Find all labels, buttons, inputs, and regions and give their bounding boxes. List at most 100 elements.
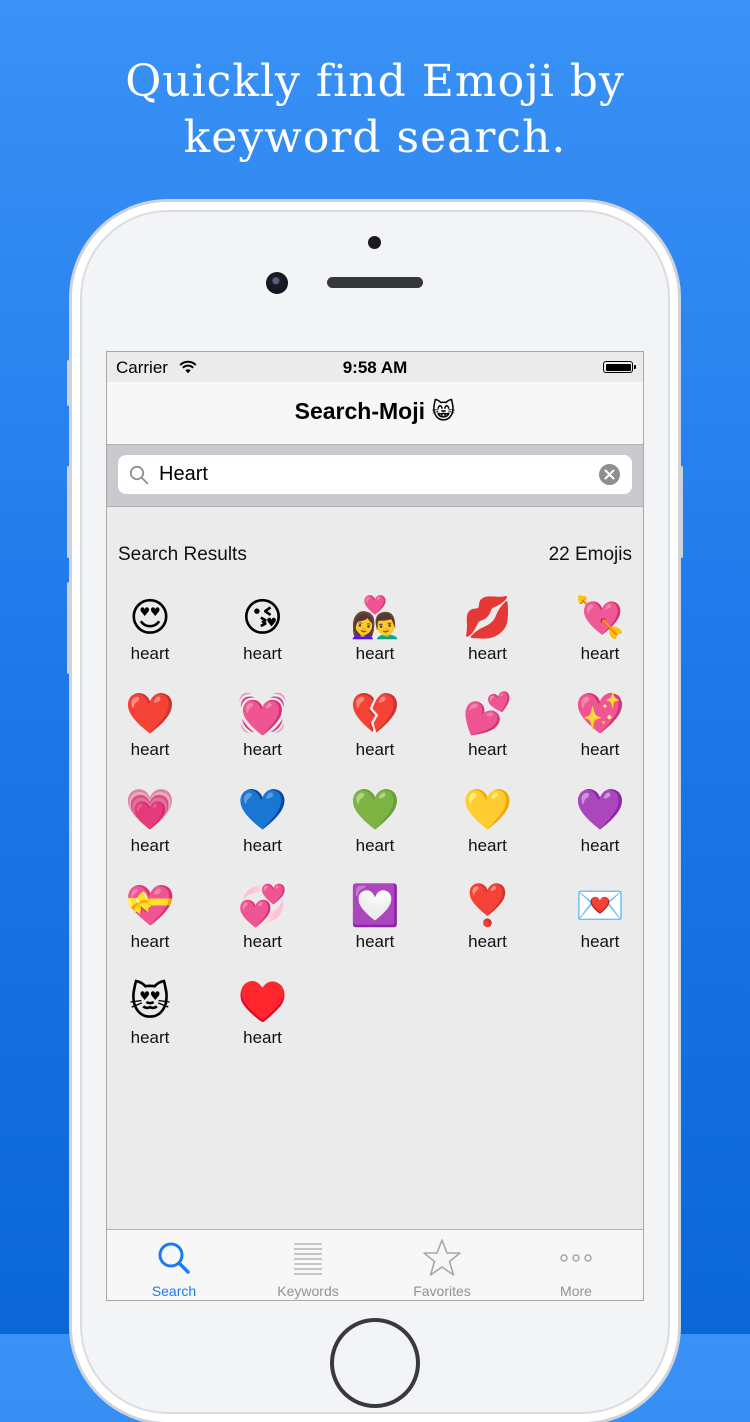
emoji-result-item[interactable]: 💌 heart [550,880,643,970]
proximity-sensor [368,236,381,249]
emoji-label: heart [130,836,170,855]
home-button [330,1318,420,1408]
emoji-result-item[interactable]: ❤️ heart [107,688,200,778]
results-title: Search Results [118,544,247,565]
emoji-glyph: 💚 [350,788,400,832]
emoji-glyph: 💓 [237,692,288,736]
emoji-result-item[interactable]: 💞 heart [213,880,313,970]
emoji-result-item[interactable]: 💛 heart [438,784,538,874]
tab-search[interactable]: Search [107,1230,241,1300]
emoji-label: heart [355,740,395,759]
search-input[interactable] [159,463,579,486]
emoji-glyph: 👩‍❤️‍👨 [350,596,400,640]
battery-icon [603,361,636,373]
volume-up-button [67,466,72,558]
emoji-result-item[interactable]: 😍 heart [107,592,200,682]
star-icon [423,1239,461,1276]
emoji-result-item[interactable]: 💟 heart [325,880,425,970]
emoji-glyph: 💝 [125,884,175,928]
mute-switch [67,360,72,406]
emoji-glyph: 💖 [575,692,625,736]
emoji-result-item[interactable]: 💗 heart [107,784,200,874]
emoji-result-item[interactable]: 💜 heart [550,784,643,874]
emoji-glyph: ❤️ [125,692,175,736]
tab-bar: Search Keywords Favorites More [107,1229,643,1300]
emoji-result-item[interactable]: 💖 heart [550,688,643,778]
emoji-glyph: 💛 [462,788,513,832]
results-header: Search Results 22 Emojis [107,544,643,568]
tab-keywords-label: Keywords [277,1283,339,1299]
emoji-glyph: 😍 [129,596,171,640]
emoji-glyph: 💜 [575,788,625,832]
emoji-label: heart [468,644,507,663]
more-icon [560,1254,592,1262]
emoji-label: heart [130,644,170,663]
emoji-result-item[interactable]: 💚 heart [325,784,425,874]
app-screen: Carrier 9:58 AM Search-Moji 😸 Heart Sear… [106,351,644,1301]
emoji-label: heart [468,836,507,855]
emoji-label: heart [580,932,620,951]
headline-line-2: keyword search. [183,112,567,163]
search-bar [107,445,643,507]
volume-down-button [67,582,72,674]
emoji-glyph: 💞 [237,884,288,928]
emoji-label: heart [355,836,395,855]
front-camera [266,272,288,294]
emoji-result-item[interactable]: 💕 heart [438,688,538,778]
emoji-label: heart [580,836,620,855]
emoji-result-item[interactable]: ❣️ heart [438,880,538,970]
emoji-result-item[interactable]: 😻 heart [107,976,200,1066]
tab-more-label: More [560,1283,592,1299]
emoji-label: heart [580,740,620,759]
emoji-glyph: 💘 [575,596,625,640]
tab-search-label: Search [151,1283,197,1299]
clear-search-button[interactable] [599,464,620,485]
tab-favorites-label: Favorites [413,1283,471,1299]
emoji-glyph: 💕 [462,692,513,736]
emoji-glyph: 💋 [462,596,513,640]
emoji-label: heart [355,644,395,663]
status-bar: Carrier 9:58 AM [107,352,643,382]
emoji-label: heart [355,932,395,951]
emoji-glyph: 😘 [241,596,284,640]
emoji-result-item[interactable]: 💘 heart [550,592,643,682]
emoji-result-item[interactable]: 👩‍❤️‍👨 heart [325,592,425,682]
search-icon [158,1242,190,1274]
close-icon [604,469,615,480]
status-time: 9:58 AM [342,358,408,377]
tab-favorites[interactable]: Favorites [375,1230,509,1300]
emoji-label: heart [130,740,170,759]
nav-title: Search-Moji 😸 [294,398,456,424]
emoji-result-item[interactable]: ♥️ heart [213,976,313,1066]
emoji-result-item[interactable]: 💔 heart [325,688,425,778]
emoji-glyph: 💙 [237,788,288,832]
navigation-bar: Search-Moji 😸 [107,382,643,445]
emoji-label: heart [243,836,282,855]
emoji-label: heart [468,740,507,759]
emoji-label: heart [468,932,507,951]
emoji-result-item[interactable]: 💙 heart [213,784,313,874]
tab-keywords[interactable]: Keywords [241,1230,375,1300]
emoji-result-item[interactable]: 💝 heart [107,880,200,970]
emoji-label: heart [130,1028,170,1047]
emoji-label: heart [243,644,282,663]
power-button [678,466,683,558]
emoji-glyph: 💗 [125,788,175,832]
emoji-result-item[interactable]: 💓 heart [213,688,313,778]
headline: Quickly find Emoji by keyword search. [0,54,750,166]
emoji-result-item[interactable]: 💋 heart [438,592,538,682]
emoji-label: heart [580,644,620,663]
list-icon [294,1243,322,1275]
emoji-result-item[interactable]: 😘 heart [213,592,313,682]
emoji-label: heart [243,932,282,951]
search-field[interactable] [118,455,632,494]
emoji-glyph: 💔 [350,692,400,736]
emoji-glyph: 😻 [129,980,171,1024]
results-count: 22 Emojis [548,544,632,565]
emoji-glyph: ♥️ [237,980,288,1024]
emoji-label: heart [130,932,170,951]
emoji-label: heart [243,740,282,759]
emoji-glyph: ❣️ [462,884,513,928]
tab-more[interactable]: More [509,1230,643,1300]
earpiece-speaker [327,277,423,288]
